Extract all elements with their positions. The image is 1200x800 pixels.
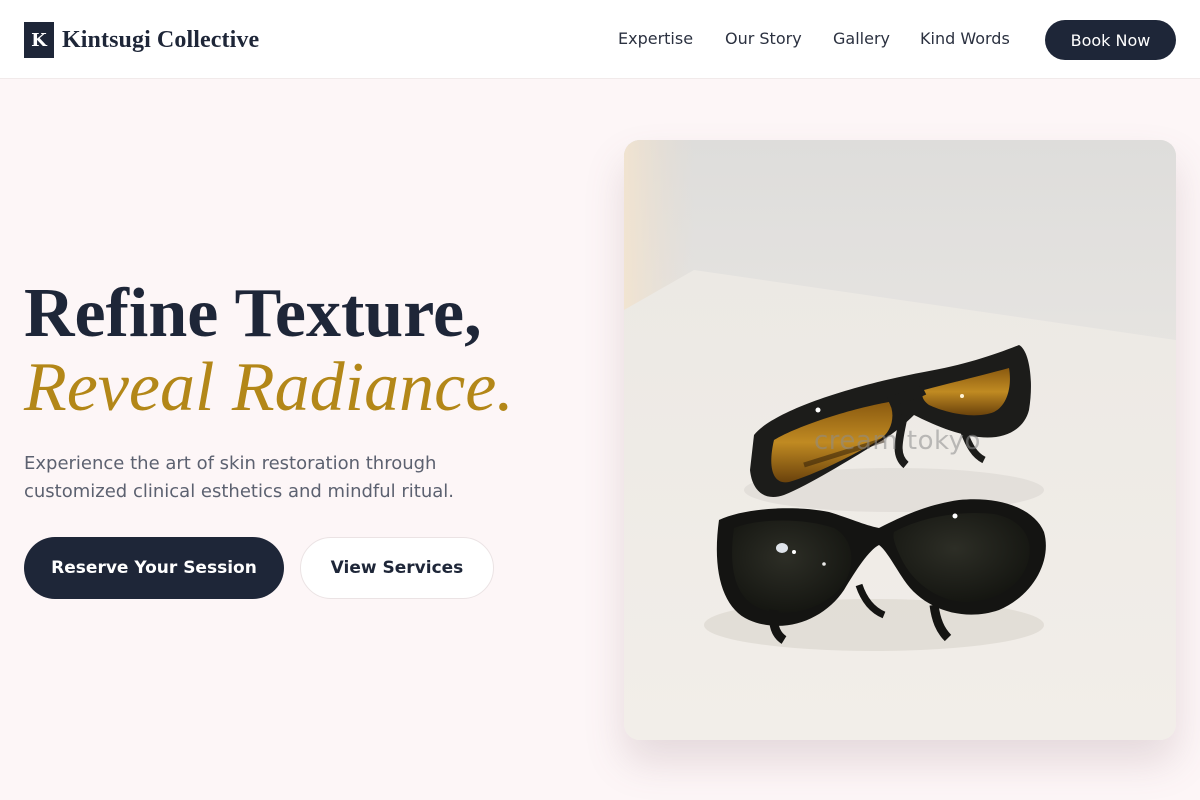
nav-link-our-story[interactable]: Our Story (725, 29, 802, 48)
nav-link-expertise[interactable]: Expertise (618, 29, 693, 48)
site-header: K Kintsugi Collective Expertise Our Stor… (0, 0, 1200, 79)
book-now-button[interactable]: Book Now (1045, 20, 1176, 60)
view-services-button[interactable]: View Services (300, 537, 494, 599)
image-watermark: cream tokyo (814, 426, 981, 456)
brand-logo[interactable]: K Kintsugi Collective (24, 22, 259, 58)
hero-image: cream tokyo (624, 140, 1176, 740)
hero-subtitle: Experience the art of skin restoration t… (24, 453, 455, 502)
logo-mark: K (24, 22, 54, 58)
nav-link-gallery[interactable]: Gallery (833, 29, 890, 48)
brand-name: Kintsugi Collective (62, 26, 260, 53)
hero-title-accent: Reveal Radiance. (24, 349, 514, 426)
reserve-session-button[interactable]: Reserve Your Session (24, 537, 284, 599)
hero-title: Refine Texture, (24, 275, 482, 352)
nav-link-kind-words[interactable]: Kind Words (920, 29, 1010, 48)
